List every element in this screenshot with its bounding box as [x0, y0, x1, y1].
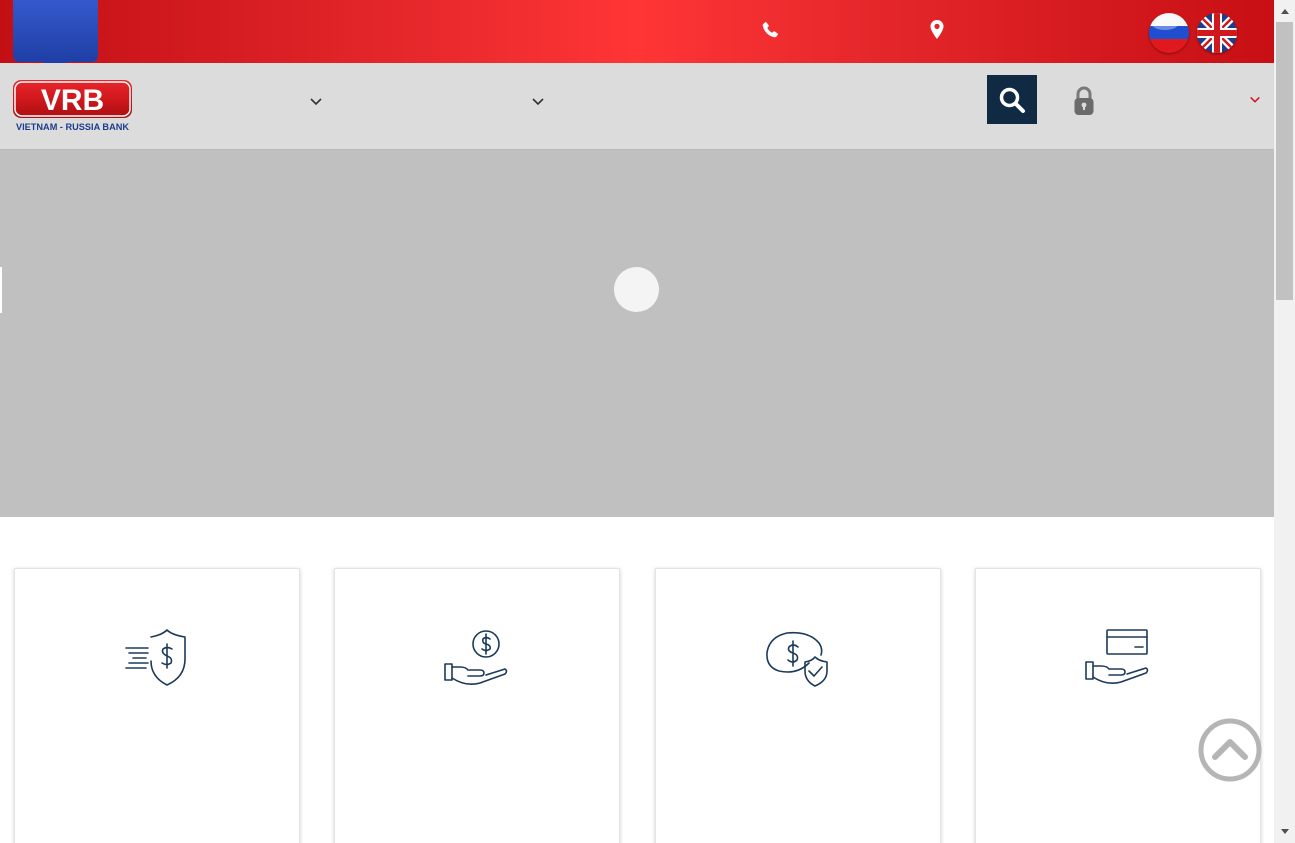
search-button[interactable]	[987, 75, 1037, 124]
vrb-logo[interactable]: VRB VIETNAM - RUSSIA BANK	[13, 80, 132, 132]
chevron-down-icon[interactable]	[1249, 95, 1261, 105]
hand-coin-icon	[444, 630, 508, 685]
chevron-up-circle-icon[interactable]	[1197, 717, 1263, 783]
home-tab[interactable]	[13, 0, 98, 62]
service-card[interactable]	[655, 568, 941, 843]
main-navbar: VRB VIETNAM - RUSSIA BANK	[0, 63, 1274, 150]
logo-text: VRB	[41, 84, 104, 117]
phone-icon[interactable]	[761, 20, 779, 40]
slider-prev-edge[interactable]	[0, 267, 2, 313]
scroll-down-arrow[interactable]	[1274, 821, 1295, 843]
hero-slider	[0, 150, 1274, 517]
page: VRB VIETNAM - RUSSIA BANK	[0, 0, 1295, 843]
russian-flag-icon	[1149, 13, 1189, 53]
triangle-up-icon	[1280, 9, 1289, 14]
slider-loading-indicator	[614, 267, 659, 312]
russian-flag-button[interactable]	[1149, 13, 1189, 53]
lock-icon[interactable]	[1072, 85, 1096, 117]
top-bar	[0, 0, 1274, 73]
search-icon	[999, 87, 1025, 113]
dollar-shield-check-icon	[766, 631, 828, 687]
scrollbar-thumb[interactable]	[1276, 22, 1293, 300]
vrb-logo-icon: VRB VIETNAM - RUSSIA BANK	[13, 80, 132, 132]
location-pin-icon[interactable]	[928, 20, 946, 40]
logo-subtitle: VIETNAM - RUSSIA BANK	[16, 122, 129, 132]
hand-card-icon	[1085, 629, 1149, 684]
scroll-up-arrow[interactable]	[1274, 0, 1295, 22]
chevron-down-icon[interactable]	[309, 97, 323, 107]
triangle-down-icon	[1280, 829, 1289, 834]
vertical-scrollbar[interactable]	[1274, 0, 1295, 843]
service-card[interactable]	[334, 568, 620, 843]
chevron-down-icon[interactable]	[531, 97, 545, 107]
shield-dollar-icon	[125, 629, 186, 686]
service-card[interactable]	[975, 568, 1261, 843]
english-flag-icon	[1197, 13, 1237, 53]
service-card[interactable]	[14, 568, 300, 843]
english-flag-button[interactable]	[1197, 13, 1237, 53]
